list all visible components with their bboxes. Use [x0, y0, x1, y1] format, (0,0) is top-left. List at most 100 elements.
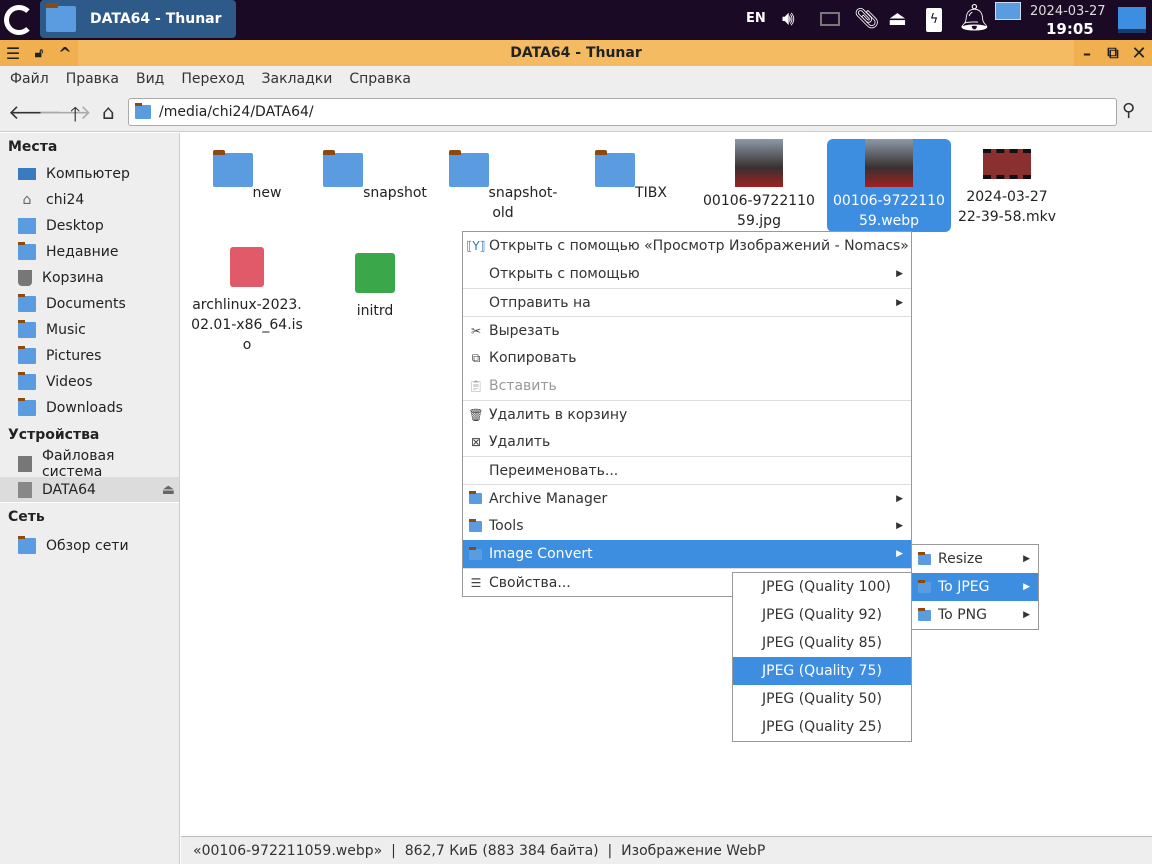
menu-bookmarks[interactable]: Закладки: [262, 71, 333, 87]
menu-jpeg-25[interactable]: JPEG (Quality 25): [733, 713, 911, 741]
folder-icon: [212, 150, 253, 187]
location-input[interactable]: /media/chi24/DATA64/: [159, 104, 314, 120]
sidebar-item-home[interactable]: ⌂ chi24: [0, 187, 179, 213]
folder-icon: [918, 607, 931, 621]
close-button[interactable]: ✕: [1126, 40, 1152, 66]
network-disconnected-icon[interactable]: [820, 12, 840, 26]
file-item[interactable]: snapshot: [313, 139, 437, 203]
task-title: DATA64 - Thunar: [90, 11, 222, 27]
image-thumbnail: [735, 139, 783, 187]
label: Вырезать: [489, 322, 560, 339]
sidebar-item-videos[interactable]: Videos: [0, 369, 179, 395]
search-icon[interactable]: ⚲: [1122, 100, 1135, 121]
menu-move-to-trash[interactable]: 🗑︎ Удалить в корзину: [463, 400, 911, 428]
menu-rename[interactable]: Переименовать...: [463, 456, 911, 484]
label: JPEG (Quality 25): [762, 719, 882, 735]
eject-icon[interactable]: ⏏: [162, 482, 175, 498]
menu-jpeg-92[interactable]: JPEG (Quality 92): [733, 601, 911, 629]
menu-paste[interactable]: 📋︎ Вставить: [463, 372, 911, 400]
up-icon[interactable]: 🡑: [70, 100, 80, 134]
file-item[interactable]: 00106-972211059.jpg: [697, 139, 821, 231]
folder-icon: [323, 150, 364, 187]
menu-copy[interactable]: ⧉ Копировать: [463, 344, 911, 372]
label: JPEG (Quality 92): [762, 607, 882, 623]
window-menu-button[interactable]: ☰: [0, 40, 26, 66]
sidebar-item-pictures[interactable]: Pictures: [0, 343, 179, 369]
menu-send-to[interactable]: Отправить на ▶: [463, 288, 911, 316]
file-item-selected[interactable]: 00106-972211059.webp: [827, 139, 951, 232]
volume-icon[interactable]: 🔊︎: [782, 6, 795, 30]
sidebar-item-music[interactable]: Music: [0, 317, 179, 343]
stick-button[interactable]: 🔓︎: [26, 40, 52, 66]
shade-button[interactable]: ^: [52, 40, 78, 66]
keyboard-layout[interactable]: EN: [746, 11, 766, 26]
menu-view[interactable]: Вид: [136, 71, 164, 87]
sidebar-item-recent[interactable]: Недавние: [0, 239, 179, 265]
sidebar-item-trash[interactable]: Корзина: [0, 265, 179, 291]
menu-help[interactable]: Справка: [349, 71, 411, 87]
menu-image-convert[interactable]: Image Convert ▶: [463, 540, 911, 568]
file-item[interactable]: initrd: [313, 241, 437, 321]
menu-file[interactable]: Файл: [10, 71, 49, 87]
menu-jpeg-100[interactable]: JPEG (Quality 100): [733, 573, 911, 601]
menu-to-png[interactable]: To PNG ▶: [912, 601, 1038, 629]
file-name: new: [252, 185, 282, 201]
sidebar-item-downloads[interactable]: Downloads: [0, 395, 179, 421]
app-menu-icon[interactable]: [4, 5, 34, 35]
status-type: Изображение WebP: [621, 842, 766, 859]
folder-icon: [46, 3, 76, 32]
menu-resize[interactable]: Resize ▶: [912, 545, 1038, 573]
file-item[interactable]: archlinux-2023.02.01-x86_64.iso: [185, 241, 309, 355]
sidebar-item-computer[interactable]: Компьютер: [0, 161, 179, 187]
clipboard-icon[interactable]: 📎︎: [854, 6, 879, 30]
menu-jpeg-75[interactable]: JPEG (Quality 75): [733, 657, 911, 685]
folder-icon: [595, 150, 636, 187]
top-panel: DATA64 - Thunar EN 🔊︎ 📎︎ ⏏ ϟ 🔔︎ 2024-03-…: [0, 0, 1152, 40]
label: Archive Manager: [489, 490, 608, 507]
label: Свойства...: [489, 574, 571, 591]
sidebar-item-documents[interactable]: Documents: [0, 291, 179, 317]
clock-time[interactable]: 19:05: [1046, 20, 1094, 38]
notification-bell-icon[interactable]: 🔔︎: [958, 3, 991, 33]
menu-to-jpeg[interactable]: To JPEG ▶: [912, 573, 1038, 601]
sidebar-item-filesystem[interactable]: Файловая система: [0, 448, 179, 480]
video-thumbnail: [983, 149, 1031, 179]
menu-tools[interactable]: Tools ▶: [463, 512, 911, 540]
paste-icon: 📋︎: [468, 379, 484, 393]
menu-open-with[interactable]: Открыть с помощью ▶: [463, 260, 911, 288]
sidebar-item-network[interactable]: Обзор сети: [0, 533, 179, 559]
file-item[interactable]: 2024-03-27 22-39-58.mkv: [945, 139, 1069, 227]
home-icon[interactable]: ⌂: [102, 100, 115, 124]
file-name: TIBX: [635, 185, 667, 201]
menu-cut[interactable]: ✂ Вырезать: [463, 316, 911, 344]
battery-icon[interactable]: ϟ: [926, 8, 942, 32]
menubar: Файл Правка Вид Переход Закладки Справка: [0, 66, 1152, 92]
sidebar-item-desktop[interactable]: Desktop: [0, 213, 179, 239]
menu-edit[interactable]: Правка: [66, 71, 119, 87]
label: Вставить: [489, 378, 557, 394]
menu-archive-manager[interactable]: Archive Manager ▶: [463, 484, 911, 512]
eject-icon[interactable]: ⏏: [888, 6, 907, 30]
menu-open-with-nomacs[interactable]: ⟦Y⟧ Открыть с помощью «Просмотр Изображен…: [463, 232, 911, 260]
taskbar-button-thunar[interactable]: DATA64 - Thunar: [40, 0, 236, 38]
menu-go[interactable]: Переход: [181, 71, 244, 87]
file-item[interactable]: snapshot-old: [441, 139, 565, 223]
menu-delete[interactable]: ⊠ Удалить: [463, 428, 911, 456]
menu-jpeg-50[interactable]: JPEG (Quality 50): [733, 685, 911, 713]
sidebar-item-data64[interactable]: DATA64 ⏏: [0, 477, 179, 503]
file-item[interactable]: TIBX: [569, 139, 693, 203]
forward-icon[interactable]: 🡒: [38, 100, 92, 124]
nomacs-icon: ⟦Y⟧: [466, 239, 486, 253]
window-titlebar[interactable]: ☰ 🔓︎ ^ DATA64 - Thunar – ⧉ ✕: [0, 40, 1152, 66]
workspace-icon[interactable]: [995, 2, 1021, 20]
label: Desktop: [46, 218, 104, 234]
minimize-button[interactable]: –: [1074, 40, 1100, 66]
maximize-button[interactable]: ⧉: [1100, 40, 1126, 66]
file-name: snapshot: [363, 185, 427, 201]
show-desktop-icon[interactable]: [1118, 7, 1146, 33]
file-item[interactable]: new: [185, 139, 309, 203]
menu-jpeg-85[interactable]: JPEG (Quality 85): [733, 629, 911, 657]
computer-icon: [18, 168, 36, 180]
location-bar[interactable]: /media/chi24/DATA64/: [128, 98, 1117, 126]
clock-date[interactable]: 2024-03-27: [1030, 4, 1106, 19]
